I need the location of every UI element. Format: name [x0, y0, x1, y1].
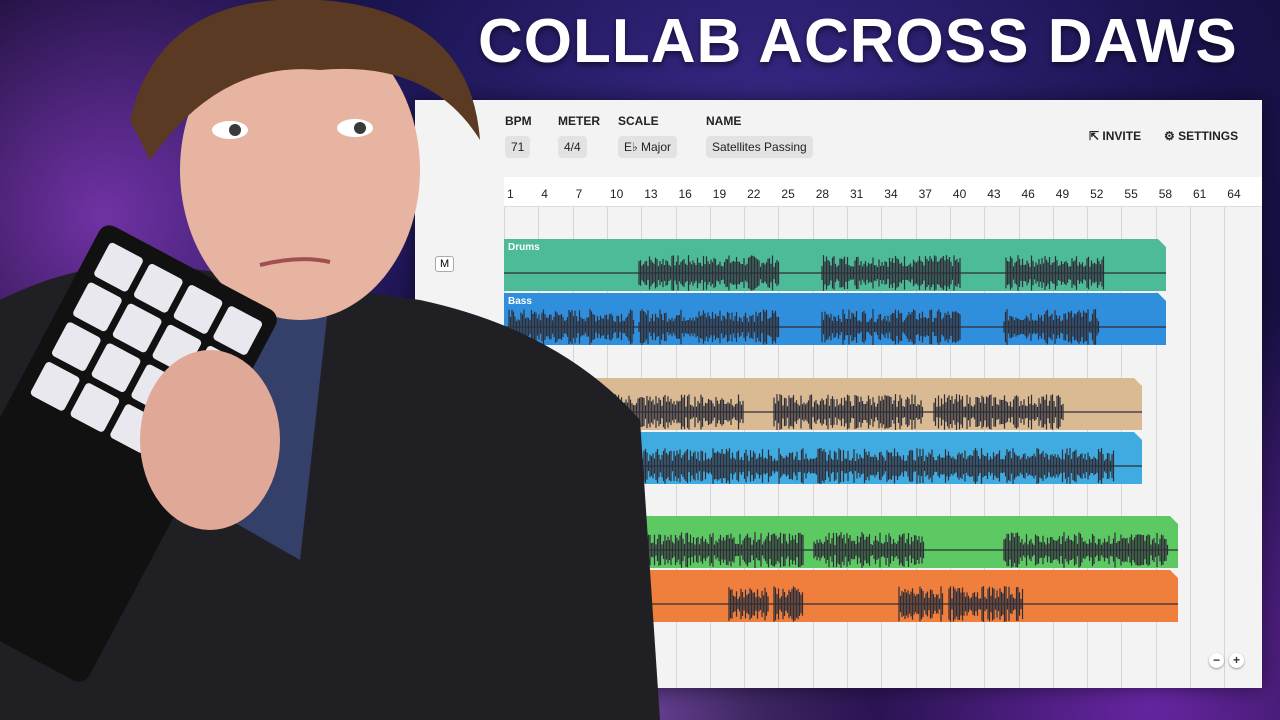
grid-line [1190, 177, 1191, 688]
gear-icon: ⚙ [1164, 129, 1175, 143]
ruler-label: 52 [1090, 187, 1104, 201]
zoom-in-button[interactable]: + [1229, 653, 1244, 668]
invite-label: INVITE [1102, 129, 1142, 143]
name-value[interactable]: Satellites Passing [706, 136, 813, 158]
share-icon: ⇱ [1089, 129, 1100, 143]
ruler-label: 28 [815, 187, 830, 201]
ruler-label: 64 [1227, 187, 1241, 201]
ruler-label: 37 [918, 187, 932, 201]
ruler-label: 19 [712, 187, 727, 201]
settings-button[interactable]: ⚙ SETTINGS [1164, 129, 1238, 143]
ruler-label: 61 [1193, 187, 1207, 201]
ruler-label: 55 [1124, 187, 1138, 201]
name-label: NAME [706, 114, 742, 128]
name-field[interactable]: NAME Satellites Passing [706, 114, 813, 158]
ruler-label: 16 [678, 187, 692, 201]
ruler-label: 25 [781, 187, 795, 201]
ruler-label: 22 [747, 187, 761, 201]
ruler-label: 58 [1158, 187, 1173, 201]
ruler-label: 49 [1055, 187, 1070, 201]
ruler-label: 34 [884, 187, 898, 201]
ruler-label: 31 [850, 187, 864, 201]
presenter-photo [0, 0, 660, 720]
ruler-label: 43 [987, 187, 1001, 201]
ruler-label: 46 [1021, 187, 1035, 201]
invite-button[interactable]: ⇱ INVITE [1089, 129, 1141, 143]
ruler-label: 40 [952, 187, 967, 201]
grid-line [1224, 177, 1226, 688]
settings-label: SETTINGS [1178, 129, 1239, 143]
zoom-out-button[interactable]: − [1209, 653, 1224, 668]
